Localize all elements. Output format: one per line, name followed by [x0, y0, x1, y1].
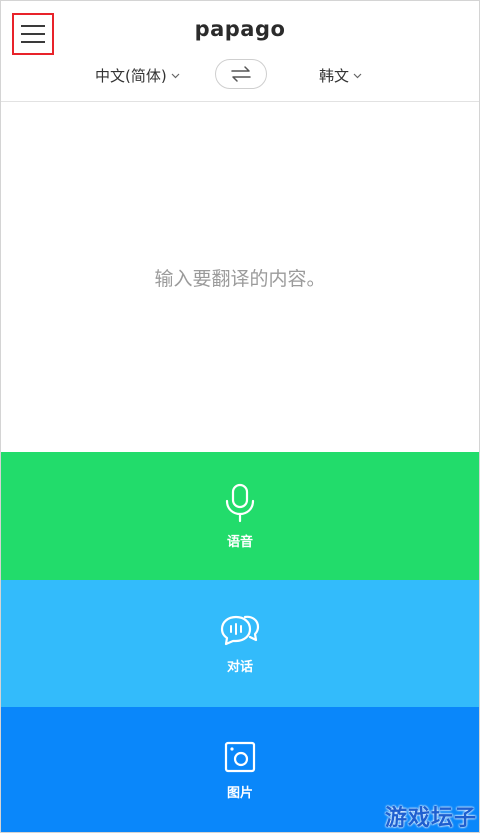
source-language-label: 中文(简体)	[95, 67, 167, 85]
app-frame: papago 中文(简体) 韩文 输入要翻译的内容。 语音 对话 图片 游戏坛子	[0, 0, 480, 833]
text-input-area[interactable]: 输入要翻译的内容。	[1, 102, 479, 452]
conversation-mode-label: 对话	[226, 660, 253, 675]
voice-mode-button[interactable]: 语音	[1, 452, 479, 580]
swap-languages-button[interactable]	[215, 59, 267, 89]
microphone-icon	[225, 483, 255, 522]
hamburger-icon-bar	[21, 33, 45, 35]
hamburger-icon	[21, 25, 45, 27]
chat-bubbles-icon	[220, 615, 260, 646]
source-language-select[interactable]: 中文(简体)	[95, 65, 180, 86]
chevron-down-icon	[171, 72, 180, 82]
voice-mode-label: 语音	[226, 534, 253, 550]
watermark: 游戏坛子	[384, 806, 477, 831]
target-language-label: 韩文	[319, 67, 350, 85]
header: papago 中文(简体) 韩文	[1, 1, 479, 102]
app-title-wrap: papago	[1, 17, 479, 41]
camera-icon	[224, 741, 256, 773]
app-title: papago	[194, 17, 286, 41]
hamburger-icon-bar	[21, 41, 45, 43]
chevron-down-icon	[353, 72, 362, 82]
target-language-select[interactable]: 韩文	[319, 65, 362, 86]
swap-arrows-icon	[231, 66, 251, 82]
input-placeholder: 输入要翻译的内容。	[154, 267, 326, 290]
language-bar: 中文(简体) 韩文	[1, 59, 479, 91]
conversation-mode-button[interactable]: 对话	[1, 580, 479, 707]
menu-button[interactable]	[12, 13, 54, 55]
image-mode-label: 图片	[226, 786, 253, 801]
